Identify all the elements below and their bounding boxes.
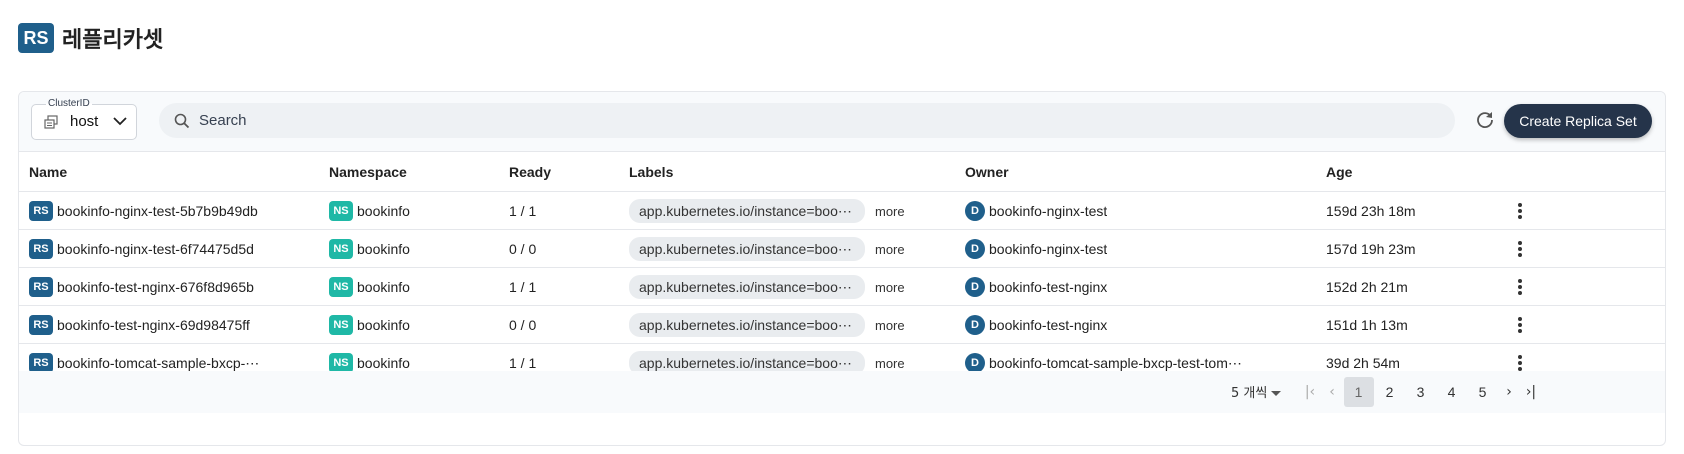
- column-header-namespace[interactable]: Namespace: [329, 164, 407, 180]
- label-chip[interactable]: app.kubernetes.io/instance=boo⋯: [629, 313, 865, 337]
- namespace-badge: NS: [329, 239, 353, 259]
- age-value: 152d 2h 21m: [1326, 279, 1408, 295]
- rows-per-page-value: 5 개씩: [1231, 386, 1268, 401]
- rows-per-page-select[interactable]: 5 개씩: [1231, 382, 1282, 401]
- search-input[interactable]: [199, 103, 1439, 138]
- more-vert-icon[interactable]: [1518, 241, 1522, 257]
- first-page-button[interactable]: |‹: [1299, 384, 1321, 400]
- label-chip[interactable]: app.kubernetes.io/instance=boo⋯: [629, 237, 865, 261]
- cluster-icon: [44, 115, 58, 129]
- more-labels-link[interactable]: more: [875, 318, 905, 333]
- replicaset-panel: ClusterID host Create Replica Set: [18, 91, 1666, 446]
- replicaset-badge: RS: [29, 277, 53, 297]
- label-chip[interactable]: app.kubernetes.io/instance=boo⋯: [629, 275, 865, 299]
- search-box: [159, 103, 1455, 138]
- cluster-id-select[interactable]: ClusterID host: [31, 98, 137, 140]
- more-vert-icon[interactable]: [1518, 279, 1522, 295]
- more-labels-link[interactable]: more: [875, 280, 905, 295]
- table-footer: 5 개씩 |‹ ‹ 1 2 3 4 5 › ›|: [19, 371, 1665, 413]
- next-page-button[interactable]: ›: [1498, 384, 1520, 400]
- more-labels-link[interactable]: more: [875, 356, 905, 371]
- replicaset-logo: RS: [18, 23, 54, 53]
- pagination: |‹ ‹ 1 2 3 4 5 › ›|: [1299, 376, 1542, 408]
- replicaset-badge: RS: [29, 239, 53, 259]
- column-header-ready[interactable]: Ready: [509, 164, 551, 180]
- replicaset-name-link[interactable]: bookinfo-nginx-test-6f74475d5d: [57, 241, 254, 257]
- owner-link[interactable]: bookinfo-tomcat-sample-bxcp-test-tom⋯: [989, 355, 1242, 372]
- cluster-id-value: host: [70, 113, 99, 130]
- deployment-badge: D: [965, 315, 985, 335]
- ready-count: 0 / 0: [509, 317, 537, 333]
- namespace-badge: NS: [329, 277, 353, 297]
- table-row[interactable]: RS bookinfo-test-nginx-69d98475ff NS booki…: [19, 306, 1665, 344]
- replicaset-badge: RS: [29, 315, 53, 335]
- column-header-name[interactable]: Name: [29, 164, 67, 180]
- chevron-down-icon: [113, 117, 127, 126]
- column-header-age[interactable]: Age: [1326, 164, 1352, 180]
- owner-link[interactable]: bookinfo-nginx-test: [989, 203, 1107, 219]
- ready-count: 1 / 1: [509, 279, 537, 295]
- page-button-2[interactable]: 2: [1375, 377, 1405, 407]
- replicaset-badge: RS: [29, 353, 53, 373]
- more-vert-icon[interactable]: [1518, 317, 1522, 333]
- replicaset-name-link[interactable]: bookinfo-test-nginx-69d98475ff: [57, 317, 250, 333]
- more-vert-icon[interactable]: [1518, 355, 1522, 371]
- label-chip[interactable]: app.kubernetes.io/instance=boo⋯: [629, 199, 865, 223]
- age-value: 151d 1h 13m: [1326, 317, 1408, 333]
- last-page-button[interactable]: ›|: [1520, 384, 1542, 400]
- toolbar: ClusterID host Create Replica Set: [19, 92, 1665, 152]
- page-button-3[interactable]: 3: [1406, 377, 1436, 407]
- namespace-link[interactable]: bookinfo: [357, 203, 410, 219]
- column-header-labels[interactable]: Labels: [629, 164, 673, 180]
- page-button-5[interactable]: 5: [1468, 377, 1498, 407]
- namespace-link[interactable]: bookinfo: [357, 355, 410, 371]
- table-row[interactable]: RS bookinfo-nginx-test-6f74475d5d NS booki…: [19, 230, 1665, 268]
- ready-count: 0 / 0: [509, 241, 537, 257]
- cluster-id-label: ClusterID: [46, 98, 92, 109]
- replicaset-badge: RS: [29, 201, 53, 221]
- more-labels-link[interactable]: more: [875, 204, 905, 219]
- replicaset-table: Name Namespace Ready Labels Owner Age RS…: [19, 152, 1665, 382]
- namespace-link[interactable]: bookinfo: [357, 317, 410, 333]
- namespace-link[interactable]: bookinfo: [357, 279, 410, 295]
- owner-link[interactable]: bookinfo-test-nginx: [989, 317, 1107, 333]
- namespace-badge: NS: [329, 201, 353, 221]
- more-labels-link[interactable]: more: [875, 242, 905, 257]
- deployment-badge: D: [965, 201, 985, 221]
- replicaset-name-link[interactable]: bookinfo-nginx-test-5b7b9b49db: [57, 203, 258, 219]
- deployment-badge: D: [965, 239, 985, 259]
- more-vert-icon[interactable]: [1518, 203, 1522, 219]
- age-value: 159d 23h 18m: [1326, 203, 1416, 219]
- deployment-badge: D: [965, 353, 985, 373]
- prev-page-button[interactable]: ‹: [1321, 384, 1343, 400]
- owner-link[interactable]: bookinfo-test-nginx: [989, 279, 1107, 295]
- page-button-1[interactable]: 1: [1343, 377, 1374, 407]
- namespace-badge: NS: [329, 353, 353, 373]
- page-title: 레플리카셋: [62, 28, 164, 53]
- owner-link[interactable]: bookinfo-nginx-test: [989, 241, 1107, 257]
- namespace-badge: NS: [329, 315, 353, 335]
- replicaset-name-link[interactable]: bookinfo-test-nginx-676f8d965b: [57, 279, 254, 295]
- create-replica-set-button[interactable]: Create Replica Set: [1504, 104, 1652, 138]
- table-row[interactable]: RS bookinfo-nginx-test-5b7b9b49db NS booki…: [19, 192, 1665, 230]
- table-row[interactable]: RS bookinfo-test-nginx-676f8d965b NS booki…: [19, 268, 1665, 306]
- refresh-icon[interactable]: [1474, 109, 1496, 131]
- namespace-link[interactable]: bookinfo: [357, 241, 410, 257]
- table-header: Name Namespace Ready Labels Owner Age: [19, 152, 1665, 192]
- search-icon: [174, 113, 190, 129]
- replicaset-name-link[interactable]: bookinfo-tomcat-sample-bxcp-⋯: [57, 355, 259, 372]
- ready-count: 1 / 1: [509, 203, 537, 219]
- page-button-4[interactable]: 4: [1437, 377, 1467, 407]
- deployment-badge: D: [965, 277, 985, 297]
- age-value: 157d 19h 23m: [1326, 241, 1416, 257]
- column-header-owner[interactable]: Owner: [965, 164, 1009, 180]
- caret-down-icon: [1271, 391, 1282, 396]
- page-header: RS 레플리카셋: [18, 22, 163, 54]
